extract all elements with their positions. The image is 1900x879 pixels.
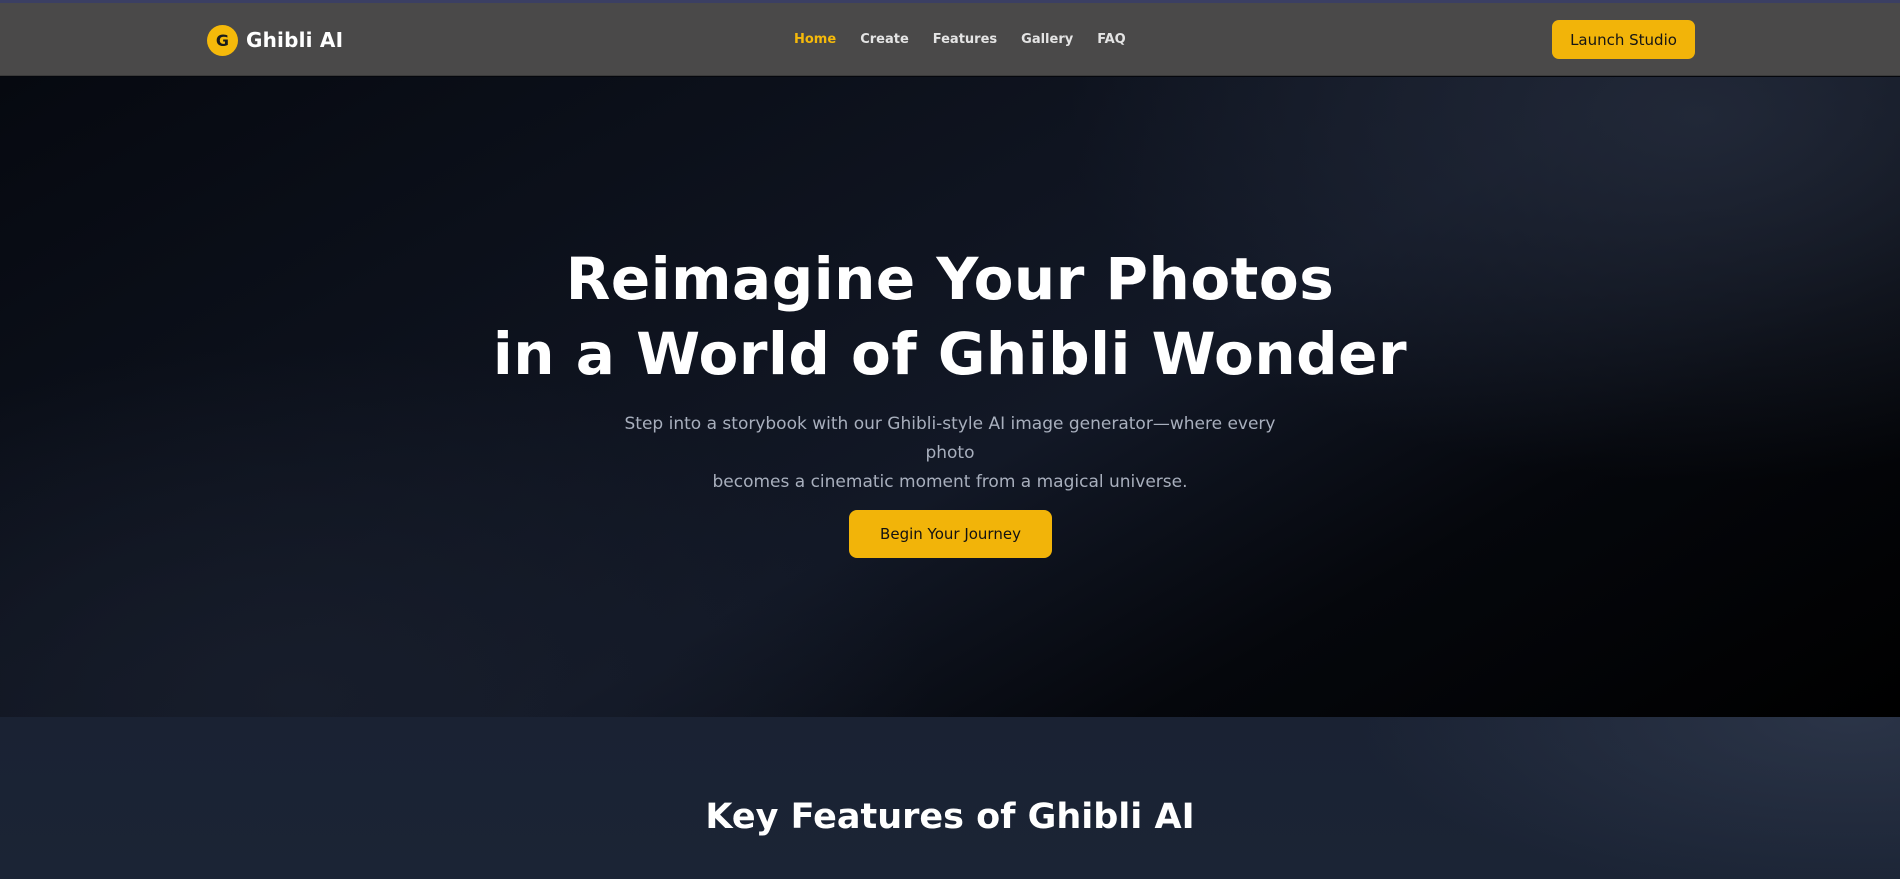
launch-studio-button[interactable]: Launch Studio bbox=[1552, 20, 1695, 59]
nav-link-faq[interactable]: FAQ bbox=[1097, 32, 1126, 48]
hero-subtitle-line-1: Step into a storybook with our Ghibli-st… bbox=[624, 414, 1276, 463]
features-section: Key Features of Ghibli AI bbox=[0, 717, 1900, 879]
hero-title-line-1: Reimagine Your Photos bbox=[565, 245, 1335, 313]
hero-subtitle-line-2: becomes a cinematic moment from a magica… bbox=[712, 472, 1188, 492]
hero-title-line-2: in a World of Ghibli Wonder bbox=[492, 320, 1408, 388]
page: G Ghibli AI Home Create Features Gallery… bbox=[0, 0, 1900, 879]
features-title: Key Features of Ghibli AI bbox=[705, 797, 1195, 837]
hero-title: Reimagine Your Photos in a World of Ghib… bbox=[0, 242, 1900, 392]
hero-section: Reimagine Your Photos in a World of Ghib… bbox=[0, 77, 1900, 717]
brand-logo[interactable]: G Ghibli AI bbox=[207, 24, 343, 56]
nav-link-gallery[interactable]: Gallery bbox=[1021, 32, 1073, 48]
nav-link-create[interactable]: Create bbox=[860, 32, 909, 48]
begin-journey-button[interactable]: Begin Your Journey bbox=[849, 510, 1052, 558]
nav-link-features[interactable]: Features bbox=[933, 32, 997, 48]
logo-badge-icon: G bbox=[207, 24, 238, 56]
site-header: G Ghibli AI Home Create Features Gallery… bbox=[0, 3, 1900, 76]
hero-subtitle: Step into a storybook with our Ghibli-st… bbox=[600, 410, 1300, 497]
brand-name: Ghibli AI bbox=[246, 28, 344, 52]
nav-link-home[interactable]: Home bbox=[794, 32, 836, 48]
main-nav: Home Create Features Gallery FAQ bbox=[794, 32, 1150, 48]
